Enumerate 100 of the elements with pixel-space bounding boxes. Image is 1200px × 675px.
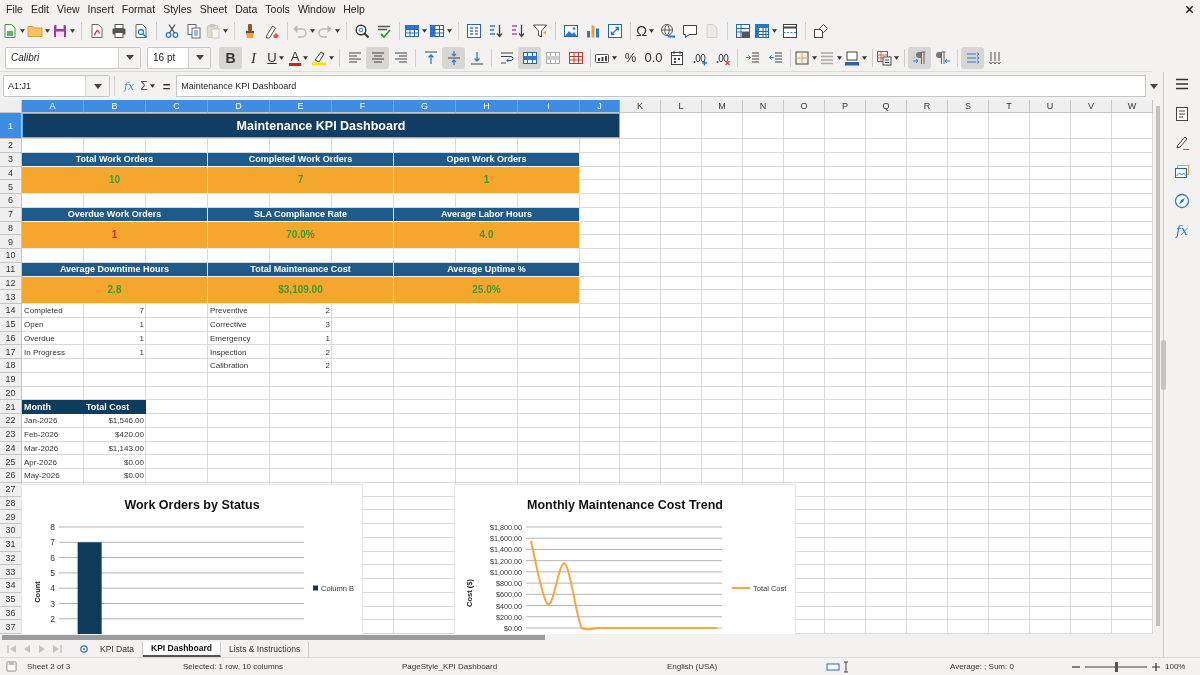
column-header[interactable]: N bbox=[743, 100, 784, 113]
copy-icon bbox=[186, 23, 202, 39]
zoom-in-icon[interactable] bbox=[1152, 662, 1160, 671]
kpi-label: Total Work Orders bbox=[22, 152, 208, 167]
checkmark-icon bbox=[376, 23, 392, 39]
month-label: Mar-2026 bbox=[23, 443, 60, 453]
scissors-icon bbox=[164, 23, 180, 39]
close-icon[interactable] bbox=[1185, 4, 1194, 14]
row-header[interactable]: 30 bbox=[0, 524, 22, 538]
sheet-tab[interactable]: Lists & Instructions bbox=[220, 641, 310, 657]
column-header[interactable]: Q bbox=[866, 100, 907, 113]
menu-item[interactable]: Insert bbox=[83, 2, 118, 16]
center-vertically-button[interactable] bbox=[442, 46, 465, 69]
caret-icon bbox=[45, 29, 50, 33]
sum-button[interactable]: Σ bbox=[137, 75, 160, 97]
row-header[interactable]: 18 bbox=[0, 359, 22, 373]
formula-input[interactable]: Maintenance KPI Dashboard bbox=[176, 75, 1146, 97]
shapes-icon bbox=[813, 23, 829, 39]
align-left-icon bbox=[346, 49, 363, 66]
column-header[interactable]: L bbox=[661, 100, 702, 113]
formula-button[interactable]: = bbox=[159, 75, 174, 97]
merge-and-center-button[interactable] bbox=[518, 46, 541, 69]
caret-icon bbox=[303, 55, 309, 60]
bold-button[interactable]: B bbox=[219, 46, 242, 69]
status-label: Completed bbox=[23, 306, 64, 316]
page-icon bbox=[704, 23, 720, 39]
left-to-right-icon bbox=[911, 49, 928, 66]
type-label: Emergency bbox=[209, 333, 252, 343]
count-value: 2 bbox=[324, 306, 331, 316]
column-header[interactable]: V bbox=[1071, 100, 1112, 113]
column-heading: Month bbox=[22, 400, 84, 414]
cost-value: $1,143.00 bbox=[107, 443, 145, 453]
number-format-plain-button[interactable]: 0.0 bbox=[642, 46, 665, 69]
text-cursor-icon[interactable] bbox=[843, 660, 849, 673]
type-label: Corrective bbox=[209, 320, 248, 330]
kpi-value: $3,109.00 bbox=[278, 284, 323, 296]
menu-item[interactable]: File bbox=[2, 2, 27, 16]
column-header[interactable]: O bbox=[784, 100, 825, 113]
kpi-label: Average Downtime Hours bbox=[22, 262, 208, 277]
menu-item[interactable]: Data bbox=[231, 2, 262, 16]
row-header[interactable]: 29 bbox=[0, 510, 22, 524]
kpi-value: 7 bbox=[297, 174, 304, 186]
slider-thumb[interactable] bbox=[1115, 661, 1118, 672]
row-header[interactable]: 21 bbox=[0, 400, 22, 414]
menu-item[interactable]: View bbox=[53, 2, 84, 16]
menu-item[interactable]: Edit bbox=[26, 2, 53, 16]
caret-icon bbox=[422, 29, 427, 33]
spreadsheet-grid[interactable] bbox=[0, 100, 1153, 634]
dropdown-button[interactable] bbox=[85, 76, 109, 96]
caret-icon bbox=[837, 55, 842, 60]
row-header[interactable]: 5 bbox=[0, 180, 22, 194]
kpi-value: 2.8 bbox=[107, 284, 122, 296]
row-header[interactable]: 34 bbox=[0, 579, 22, 593]
row-header[interactable]: 33 bbox=[0, 565, 22, 579]
functions-button[interactable]: fx bbox=[1170, 219, 1194, 241]
row-header[interactable]: 26 bbox=[0, 469, 22, 483]
row-header[interactable]: 17 bbox=[0, 345, 22, 359]
row-header[interactable]: 10 bbox=[0, 249, 22, 263]
column-header[interactable]: T bbox=[989, 100, 1030, 113]
page-style: PageStyle_KPI Dashboard bbox=[402, 662, 498, 671]
italic-button[interactable]: I bbox=[242, 46, 265, 69]
align-middle-icon bbox=[445, 49, 462, 66]
column-header[interactable]: R bbox=[907, 100, 948, 113]
caret-icon bbox=[149, 84, 155, 88]
column-heading: Total Cost bbox=[84, 400, 146, 414]
column-header[interactable]: K bbox=[620, 100, 661, 113]
menu-item[interactable]: Format bbox=[117, 2, 160, 16]
selection-mode-icon[interactable] bbox=[826, 661, 840, 672]
row-header[interactable]: 13 bbox=[0, 290, 22, 304]
ring-icon[interactable] bbox=[79, 644, 89, 654]
menu-item[interactable]: Tools bbox=[261, 2, 294, 16]
percent-format-button[interactable]: % bbox=[619, 46, 642, 69]
font-color-button[interactable]: A bbox=[288, 46, 311, 69]
text-horizontal-button[interactable] bbox=[961, 46, 984, 69]
column-header[interactable]: W bbox=[1112, 100, 1153, 113]
column-header[interactable]: M bbox=[702, 100, 743, 113]
caret-icon bbox=[310, 29, 315, 33]
column-header[interactable]: P bbox=[825, 100, 866, 113]
column-header[interactable]: S bbox=[948, 100, 989, 113]
row-header[interactable]: 2 bbox=[0, 139, 22, 153]
menu-item[interactable]: Window bbox=[293, 2, 340, 16]
zoom-percentage[interactable]: 100% bbox=[1165, 662, 1186, 671]
row-header[interactable]: 9 bbox=[0, 235, 22, 249]
kpi-label: SLA Compliance Rate bbox=[208, 207, 394, 222]
menu-item[interactable]: Help bbox=[339, 2, 369, 16]
status-label: Open bbox=[23, 320, 45, 330]
underline-button[interactable]: U bbox=[265, 46, 288, 69]
row-header[interactable]: 22 bbox=[0, 414, 22, 428]
special-character-button[interactable]: Ω bbox=[635, 20, 657, 42]
sidebar-handle[interactable] bbox=[1161, 340, 1166, 390]
row-header[interactable]: 6 bbox=[0, 194, 22, 208]
row-header[interactable]: 37 bbox=[0, 620, 22, 634]
menu-item[interactable]: Styles bbox=[159, 2, 196, 16]
legend-line-icon bbox=[732, 587, 750, 589]
menu-item[interactable]: Sheet bbox=[195, 2, 232, 16]
left-to-right-button[interactable] bbox=[908, 46, 931, 69]
sheet-tab[interactable]: KPI Dashboard bbox=[143, 641, 221, 657]
column-header[interactable]: U bbox=[1030, 100, 1071, 113]
row-header[interactable]: 14 bbox=[0, 304, 22, 318]
row-header[interactable]: 25 bbox=[0, 455, 22, 469]
